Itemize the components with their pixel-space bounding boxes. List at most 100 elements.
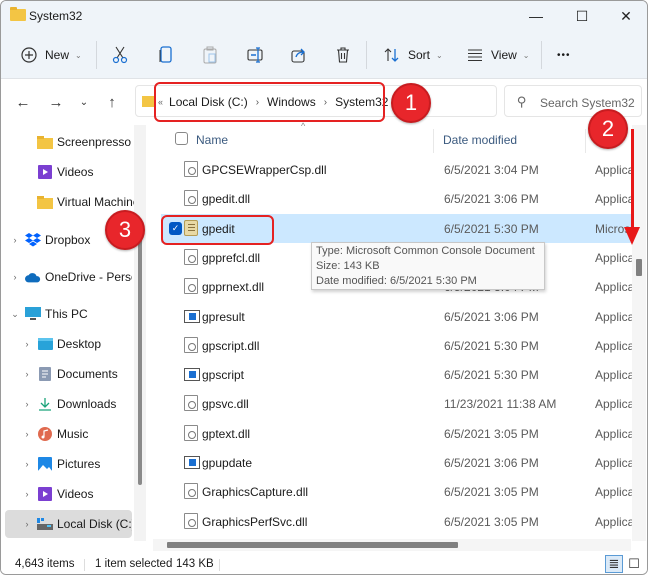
collapse-chevron-icon[interactable]: ⌄ [5,309,25,320]
expand-chevron-icon[interactable]: › [17,519,37,529]
status-divider [219,559,220,571]
expand-chevron-icon[interactable]: › [5,235,25,245]
file-row[interactable]: GraphicsPerfSvc.dll 6/5/2021 3:05 PM Appli… [161,507,633,536]
file-date: 6/5/2021 5:30 PM [444,338,539,353]
sidebar-item-videos[interactable]: Videos [17,158,144,186]
column-header-name[interactable]: Name [196,125,228,155]
sidebar-item-documents[interactable]: › Documents [17,360,144,388]
sidebar-item-screenpresso[interactable]: Screenpresso [17,128,144,156]
file-list: ^ Name Date modified Type GPCSEWrapperCs… [153,121,647,541]
sidebar-item-music[interactable]: › Music [17,420,144,448]
file-row[interactable]: gpresult 6/5/2021 3:06 PM Application [161,302,633,331]
sidebar-scrollbar-thumb[interactable] [138,225,142,485]
file-row[interactable]: GPCSEWrapperCsp.dll 6/5/2021 3:04 PM Appli… [161,155,633,184]
sidebar-item-label: Music [57,427,89,441]
sidebar-item-desktop[interactable]: › Desktop [17,330,144,358]
sidebar-item-downloads[interactable]: › Downloads [17,390,144,418]
dll-file-icon [184,512,198,529]
file-row[interactable]: gptext.dll 6/5/2021 3:05 PM Application ex… [161,419,633,448]
sidebar-item-videos-pc[interactable]: › Videos [17,480,144,508]
close-button[interactable]: ✕ [603,1,647,31]
sidebar-item-label: Videos [57,487,94,501]
file-row[interactable]: gpupdate 6/5/2021 3:06 PM Application [161,448,633,477]
rename-button[interactable] [247,41,265,69]
callout-2: 2 [588,109,628,149]
toolbar-divider [96,41,97,69]
sidebar-item-onedrive[interactable]: › OneDrive - Perso [5,263,133,291]
file-date: 6/5/2021 3:05 PM [444,514,539,529]
file-date: 6/5/2021 3:05 PM [444,426,539,441]
search-input[interactable]: Search System32 [540,96,635,110]
sidebar-item-label: Virtual Machine [57,195,140,209]
expand-chevron-icon[interactable]: › [5,272,25,282]
view-icon [468,49,482,61]
share-button[interactable] [291,41,307,69]
new-button[interactable]: New ⌄ [21,41,82,69]
chevron-down-icon: ⌄ [522,50,530,60]
file-type: Application extension [595,338,633,353]
forward-button[interactable]: → [45,91,67,113]
file-type: Application extension [595,163,633,177]
file-type: Application [595,309,633,324]
toolbar-divider [541,41,542,69]
expand-chevron-icon[interactable]: › [17,369,37,379]
folder-icon [37,135,53,149]
select-all-checkbox[interactable] [175,132,188,145]
details-view-button[interactable]: ≣ [605,555,623,573]
column-header-date-modified[interactable]: Date modified [443,125,517,155]
back-button[interactable]: ← [12,91,34,113]
sort-button[interactable]: Sort ⌄ [384,41,443,69]
cut-button[interactable] [112,41,128,69]
file-type: Application [595,456,633,470]
command-bar: New ⌄ Sort ⌄ View ⌄ ••• [1,31,647,79]
more-options-button[interactable]: ••• [557,41,571,69]
search-box[interactable]: ⚲ Search System32 [504,85,642,117]
selection-size: 143 KB [176,558,214,570]
copy-button[interactable] [159,41,173,69]
application-icon [184,456,200,469]
expand-chevron-icon[interactable]: › [17,339,37,349]
sidebar-item-label: Videos [57,165,94,179]
expand-chevron-icon[interactable]: › [17,489,37,499]
vertical-scrollbar-thumb[interactable] [636,259,642,276]
file-row[interactable]: GraphicsCapture.dll 6/5/2021 3:05 PM Appli… [161,477,633,506]
expand-chevron-icon[interactable]: › [17,459,37,469]
delete-button[interactable] [336,41,350,69]
delete-icon [337,47,349,63]
copy-icon [159,46,172,63]
sort-label: Sort [408,48,431,62]
toolbar-divider [366,41,367,69]
expand-chevron-icon[interactable]: › [17,429,37,439]
maximize-button[interactable]: ☐ [559,1,605,31]
expand-chevron-icon[interactable]: › [17,399,37,409]
sidebar-item-label: Desktop [57,337,102,351]
file-row[interactable]: gpscript.dll 6/5/2021 5:30 PM Application … [161,331,633,360]
paste-button[interactable] [203,41,217,69]
recent-locations-button[interactable]: ⌄ [73,91,95,113]
sort-icon [384,48,399,62]
file-name: gptext.dll [202,426,251,441]
sidebar-item-this-pc[interactable]: ⌄ This PC [5,300,132,328]
file-name: GraphicsCapture.dll [202,485,309,500]
vertical-scrollbar[interactable] [632,125,646,541]
videos-icon [37,487,53,501]
file-row[interactable]: gpedit.dll 6/5/2021 3:06 PM Application ex… [161,184,633,213]
dll-file-icon [184,395,198,412]
address-highlight [154,82,385,122]
up-button[interactable]: ↑ [101,91,123,113]
sidebar-item-local-disk[interactable]: › Local Disk (C:) [5,510,132,538]
minimize-button[interactable]: — [513,1,559,31]
paste-icon [203,46,217,64]
this-pc-icon [25,307,41,321]
navigation-pane: Screenpresso Videos Virtual Machine › Dr… [1,125,148,541]
column-divider[interactable] [585,129,586,153]
music-icon [37,427,53,441]
documents-icon [37,367,53,381]
view-button[interactable]: View ⌄ [467,41,530,69]
column-divider[interactable] [433,129,434,153]
horizontal-scrollbar-thumb[interactable] [167,542,458,548]
file-row[interactable]: gpscript 6/5/2021 5:30 PM Application [161,360,633,389]
sidebar-item-pictures[interactable]: › Pictures [17,450,144,478]
tiles-view-button[interactable]: ☐ [625,555,643,573]
file-row[interactable]: gpsvc.dll 11/23/2021 11:38 AM Application … [161,389,633,418]
